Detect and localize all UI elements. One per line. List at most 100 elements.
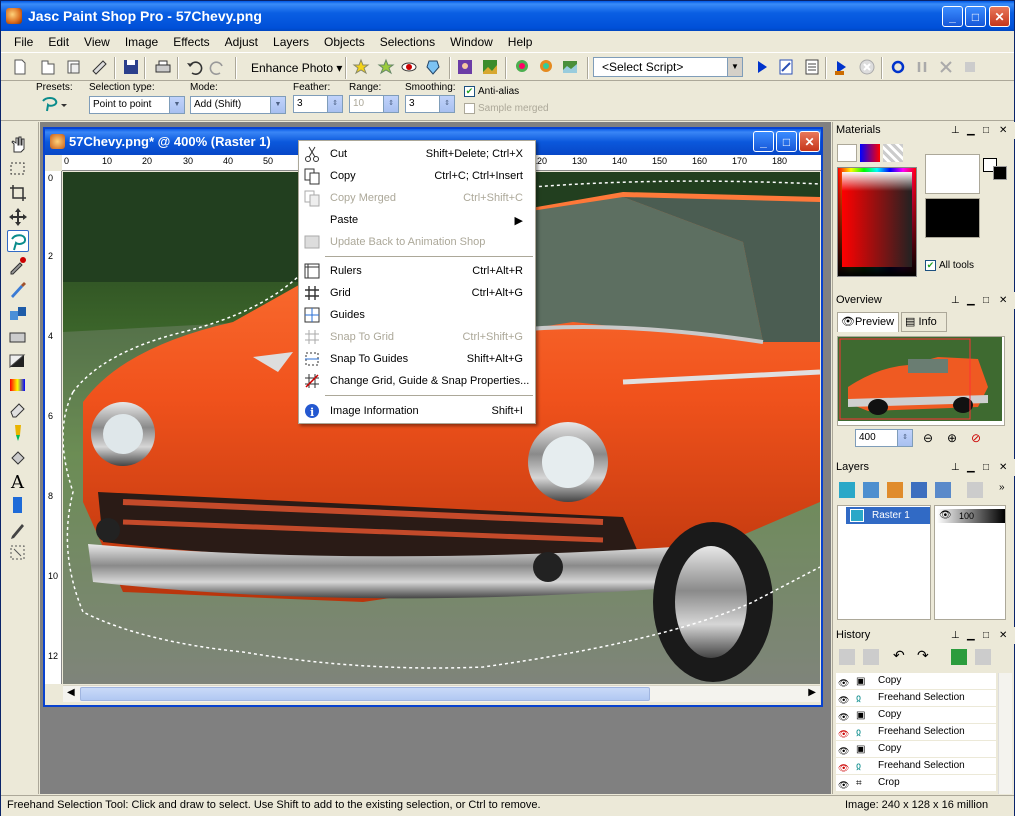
tab-info[interactable]: ▤ Info [901,312,947,332]
stop-script-icon[interactable] [857,57,877,77]
pin-icon[interactable]: ⊥ [951,459,960,476]
text-tool-icon[interactable]: A [7,470,29,493]
menu-edit[interactable]: Edit [41,35,77,49]
close-palette-icon[interactable]: ✕ [999,122,1007,139]
color-balance-icon[interactable] [376,57,396,77]
menu-item-guides[interactable]: Guides [301,304,533,326]
eraser-tool-icon[interactable] [7,398,29,420]
undo-icon[interactable] [184,57,204,77]
tab-preview[interactable]: 👁Preview [837,312,899,332]
maximize-palette-icon[interactable]: □ [983,292,989,309]
overview-preview[interactable] [837,336,1005,426]
redo-icon[interactable]: ↷ [917,647,929,664]
dropper-tool-icon[interactable] [7,254,29,276]
layer-opacity-bar[interactable]: 👁 100 [937,509,1005,523]
mode-select[interactable]: Add (Shift) ▼ [190,96,286,114]
cancel-record-icon[interactable] [936,57,956,77]
foreground-swatch[interactable] [925,154,980,194]
swap-icon[interactable]: ⤵ [929,217,941,234]
pin-icon[interactable]: ⊥ [951,627,960,644]
print-icon[interactable] [153,57,173,77]
smoothing-stepper[interactable]: 3 ⇕ [405,95,455,113]
menu-image[interactable]: Image [118,35,166,49]
fill-tool-icon[interactable] [7,446,29,468]
history-item[interactable]: 👁 ჲ Freehand Selection [836,724,996,741]
menu-item-cut[interactable]: Cut Shift+Delete; Ctrl+X [301,143,533,165]
new-group-layer-icon[interactable] [935,482,951,498]
close-button[interactable]: ✕ [989,6,1010,27]
menu-item-copy-merged[interactable]: Copy Merged Ctrl+Shift+C [301,187,533,209]
save-record-icon[interactable] [960,57,980,77]
menu-item-rulers[interactable]: Rulers Ctrl+Alt+R [301,260,533,282]
swatch-tab-icon[interactable] [860,144,880,162]
selection-tool-icon[interactable] [7,158,29,180]
zoom-in-icon[interactable]: ⊕ [947,431,957,445]
horizontal-scrollbar[interactable]: ◀ ▶ [63,685,820,702]
feather-stepper[interactable]: 3 ⇕ [293,95,343,113]
delete-layer-icon[interactable] [967,482,983,498]
layer-row[interactable]: Raster 1 [846,507,930,524]
minimize-palette-icon[interactable]: ▁ [967,122,975,139]
layer-icon-3[interactable] [560,57,580,77]
range-stepper[interactable]: 10 ⇕ [349,95,399,113]
undo-selected-icon[interactable] [839,649,855,665]
menu-item-update-animation-shop[interactable]: Update Back to Animation Shop [301,231,533,253]
script-output-icon[interactable] [802,57,822,77]
record-run-icon[interactable] [832,57,852,77]
menu-item-grid-properties[interactable]: Change Grid, Guide & Snap Properties... [301,370,533,392]
mini-bg-swatch[interactable] [993,166,1007,180]
sharpen-icon[interactable] [423,57,443,77]
undo-icon[interactable]: ↶ [893,647,905,664]
history-item[interactable]: 👁 ჲ Freehand Selection [836,758,996,775]
save-script-icon[interactable] [975,649,991,665]
image-maximize-button[interactable]: □ [776,131,797,152]
history-item[interactable]: 👁 ჲ Freehand Selection [836,690,996,707]
more-icon[interactable]: » [999,482,1005,493]
menu-layers[interactable]: Layers [266,35,317,49]
maximize-button[interactable]: □ [965,6,986,27]
new-mask-layer-icon[interactable] [911,482,927,498]
crop-tool-icon[interactable] [7,182,29,204]
script-select[interactable]: <Select Script> ▼ [593,57,743,77]
scroll-left-icon[interactable]: ◀ [67,687,75,698]
maximize-palette-icon[interactable]: □ [983,627,989,644]
minimize-palette-icon[interactable]: ▁ [967,459,975,476]
selection-type-select[interactable]: Point to point ▼ [89,96,185,114]
minimize-button[interactable]: _ [942,6,963,27]
menu-selections[interactable]: Selections [373,35,443,49]
menu-file[interactable]: File [7,35,41,49]
pen-tool-icon[interactable] [7,518,29,540]
history-scrollbar[interactable] [998,673,1012,794]
maximize-palette-icon[interactable]: □ [983,459,989,476]
menu-item-image-information[interactable]: i Image Information Shift+I [301,400,533,422]
image-minimize-button[interactable]: _ [753,131,774,152]
minimize-palette-icon[interactable]: ▁ [967,627,975,644]
portrait-icon[interactable] [455,57,475,77]
open-icon[interactable] [38,57,58,77]
image-close-button[interactable]: ✕ [799,131,820,152]
layer-icon-1[interactable] [512,57,532,77]
menu-window[interactable]: Window [443,35,501,49]
zoom-out-icon[interactable]: ⊖ [923,431,933,445]
pin-icon[interactable]: ⊥ [951,122,960,139]
new-adjustment-layer-icon[interactable] [887,482,903,498]
redo-icon[interactable] [208,57,228,77]
history-item[interactable]: 👁 ▣ Copy [836,673,996,690]
history-item[interactable]: 👁 ▣ Copy [836,741,996,758]
history-item[interactable]: 👁 ▣ Copy [836,707,996,724]
redo-selected-icon[interactable] [863,649,879,665]
one-step-fix-icon[interactable] [351,57,371,77]
freehand-selection-tool-icon[interactable] [7,230,29,252]
picture-tube-tool-icon[interactable] [7,422,29,444]
scroll-thumb[interactable] [80,687,650,701]
zoom-stepper[interactable]: 400 ⇕ [855,429,913,447]
zoom-actual-icon[interactable]: ⊘ [971,431,981,445]
object-selector-tool-icon[interactable] [7,542,29,564]
enhance-photo-button[interactable]: Enhance Photo ▾ [245,58,348,78]
landscape-icon[interactable] [480,57,500,77]
scan-icon[interactable] [90,57,110,77]
menu-item-grid[interactable]: Grid Ctrl+Alt+G [301,282,533,304]
quickscript-icon[interactable] [951,649,967,665]
record-icon[interactable] [888,57,908,77]
menu-item-snap-to-guides[interactable]: Snap To Guides Shift+Alt+G [301,348,533,370]
